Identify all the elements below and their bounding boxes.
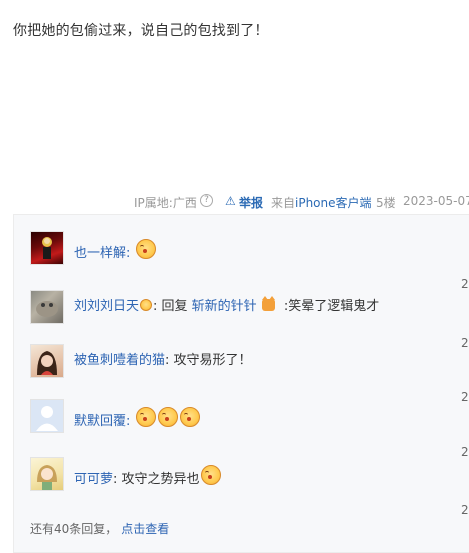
- reply-item: 可可萝: 攻守之势异也 20: [14, 457, 469, 517]
- post-text: 你把她的包偷过来，说自己的包找到了！: [13, 23, 269, 39]
- avatar[interactable]: [30, 290, 64, 324]
- embarrassed-face-emoji: [135, 407, 156, 427]
- avatar[interactable]: [30, 344, 64, 378]
- embarrassed-face-emoji: [135, 239, 156, 259]
- reply-text: : 攻守之势异也: [113, 472, 200, 487]
- reply-item: 也一样解: 20: [14, 231, 469, 291]
- reply-username[interactable]: 可可萝: [74, 472, 113, 487]
- help-circle-icon[interactable]: ?: [200, 194, 213, 207]
- view-more-link[interactable]: 点击查看: [121, 522, 169, 536]
- reply-username[interactable]: 也一样解:: [74, 246, 130, 261]
- device-link[interactable]: iPhone客户端: [295, 194, 372, 211]
- reply-content: 刘刘刘日天 : 回复 斩新的针针 :笑晕了逻辑鬼才: [74, 296, 380, 316]
- reply-username[interactable]: 被鱼刺噎着的猫: [74, 353, 165, 368]
- reply-item: 被鱼刺噎着的猫: 攻守易形了！ 20: [14, 344, 469, 404]
- reply-username[interactable]: 默默回覆:: [74, 414, 130, 429]
- warning-triangle-icon[interactable]: ⚠: [225, 194, 236, 208]
- ip-location: IP属地:广西: [134, 196, 197, 210]
- reply-item: 刘刘刘日天: 回复 斩新的针针 :笑晕了逻辑鬼才 20: [14, 290, 469, 350]
- embarrassed-face-emoji: [179, 407, 200, 427]
- avatar[interactable]: [30, 399, 64, 433]
- avatar[interactable]: [30, 457, 64, 491]
- reply-time: 20: [461, 503, 469, 517]
- embarrassed-face-emoji: [157, 407, 178, 427]
- cat-emoji: [261, 296, 275, 311]
- reply-username[interactable]: 刘刘刘日天: [74, 299, 139, 314]
- reply-text: :笑晕了逻辑鬼才: [279, 299, 380, 314]
- reply-content: 也一样解:: [74, 239, 157, 263]
- reply-prefix: : 回复: [153, 299, 192, 314]
- reply-text: : 攻守易形了！: [165, 353, 252, 368]
- reply-content: 可可萝: 攻守之势异也: [74, 465, 222, 489]
- reply-to-user[interactable]: 斩新的针针: [192, 299, 257, 314]
- reply-time: 20: [461, 277, 469, 291]
- reply-list: 也一样解: 20 刘刘刘日天 : 回复 斩新的针针 :笑晕了逻辑鬼才 20: [13, 214, 469, 553]
- source-label: 来自: [271, 196, 296, 210]
- post-date: 2023-05-07: [403, 194, 469, 208]
- avatar[interactable]: [30, 231, 64, 265]
- more-replies-count: 还有40条回复，: [30, 522, 118, 536]
- embarrassed-face-emoji: [200, 465, 221, 485]
- report-link[interactable]: 举报: [239, 194, 263, 211]
- floor-number: 5楼: [376, 196, 396, 210]
- more-replies: 还有40条回复， 点击查看: [30, 520, 169, 537]
- post-meta: IP属地:广西 ? ⚠ 举报 来自 iPhone客户端 5楼 2023-05-0…: [0, 193, 469, 211]
- reply-content: 默默回覆:: [74, 407, 201, 431]
- smile-badge-icon: [140, 299, 153, 311]
- reply-content: 被鱼刺噎着的猫: 攻守易形了！: [74, 352, 252, 370]
- reply-item: 默默回覆: 20: [14, 399, 469, 459]
